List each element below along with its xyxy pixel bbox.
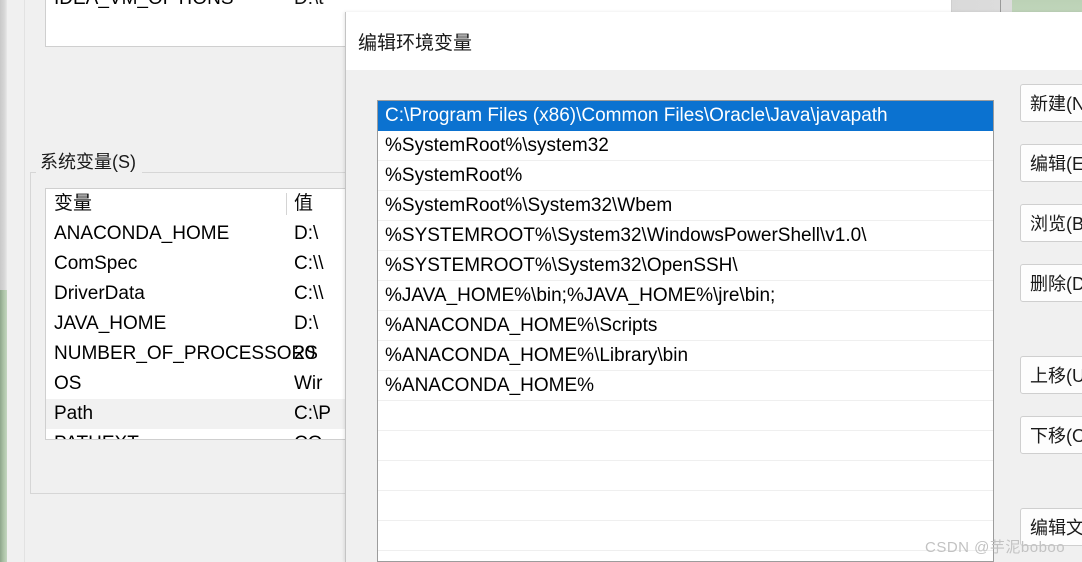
dialog-button-column: 新建(N) 编辑(E) 浏览(B)... 删除(D) 上移(U) 下移(O) 编… [1008, 70, 1082, 562]
list-item[interactable]: %SYSTEMROOT%\System32\WindowsPowerShell\… [378, 221, 993, 251]
variable-value: C:\P [294, 403, 331, 424]
move-up-button[interactable]: 上移(U) [1020, 356, 1082, 394]
variable-name: ComSpec [54, 253, 138, 274]
variable-value: D:\ [294, 313, 319, 334]
list-item-empty[interactable] [378, 521, 993, 551]
variable-name: ANACONDA_HOME [54, 223, 230, 244]
variable-value: C:\\ [294, 283, 324, 304]
variable-name: DriverData [54, 283, 145, 304]
column-separator[interactable] [286, 193, 287, 215]
column-header-value: 值 [294, 193, 314, 214]
list-item[interactable]: %ANACONDA_HOME% [378, 371, 993, 401]
list-item-empty[interactable] [378, 461, 993, 491]
variable-value: D:\t [294, 0, 324, 14]
list-item-selected[interactable]: C:\Program Files (x86)\Common Files\Orac… [378, 101, 993, 131]
dialog-titlebar: 编辑环境变量 [346, 12, 1082, 70]
browse-button[interactable]: 浏览(B)... [1020, 204, 1082, 242]
dialog-body: C:\Program Files (x86)\Common Files\Orac… [346, 70, 1082, 562]
list-item[interactable]: %SystemRoot%\system32 [378, 131, 993, 161]
variable-name: JAVA_HOME [54, 313, 167, 334]
list-item[interactable]: %ANACONDA_HOME%\Scripts [378, 311, 993, 341]
list-item[interactable]: %SystemRoot% [378, 161, 993, 191]
list-item-empty[interactable] [378, 551, 993, 561]
screenshot-root: GOLAND_VM_OPTIONS D:\tools\jjbus_tool\vm… [0, 0, 1082, 562]
list-item-empty[interactable] [378, 401, 993, 431]
system-variables-label: 系统变量(S) [36, 148, 142, 174]
variable-value: Wir [294, 373, 323, 394]
variable-value: CO [294, 429, 323, 439]
move-down-button[interactable]: 下移(O) [1020, 416, 1082, 454]
variable-name: OS [54, 373, 82, 394]
window-left-green-strip [0, 290, 7, 562]
window-left-grey-strip [0, 0, 7, 290]
window-left-divider [24, 0, 25, 562]
delete-button[interactable]: 删除(D) [1020, 264, 1082, 302]
list-item-empty[interactable] [378, 491, 993, 521]
new-button[interactable]: 新建(N) [1020, 84, 1082, 122]
list-item-empty[interactable] [378, 431, 993, 461]
variable-name: IDEA_VM_OPTIONS [54, 0, 234, 14]
list-item[interactable]: %ANACONDA_HOME%\Library\bin [378, 341, 993, 371]
list-item[interactable]: %JAVA_HOME%\bin;%JAVA_HOME%\jre\bin; [378, 281, 993, 311]
dialog-title: 编辑环境变量 [358, 33, 473, 54]
variable-value: 20 [294, 343, 316, 364]
variable-value: D:\ [294, 223, 319, 244]
list-item[interactable]: %SystemRoot%\System32\Wbem [378, 191, 993, 221]
variable-name: Path [54, 403, 94, 424]
variable-name: PATHEXT [54, 429, 139, 439]
variable-name: NUMBER_OF_PROCESSORS [54, 343, 318, 364]
edit-button[interactable]: 编辑(E) [1020, 144, 1082, 182]
edit-environment-variable-dialog: 编辑环境变量 C:\Program Files (x86)\Common Fil… [345, 12, 1082, 562]
csdn-watermark: CSDN @芋泥boboo [925, 539, 1066, 556]
list-item[interactable]: %SYSTEMROOT%\System32\OpenSSH\ [378, 251, 993, 281]
path-entries-list[interactable]: C:\Program Files (x86)\Common Files\Orac… [377, 100, 994, 562]
column-header-variable: 变量 [54, 193, 93, 214]
variable-value: C:\\ [294, 253, 324, 274]
